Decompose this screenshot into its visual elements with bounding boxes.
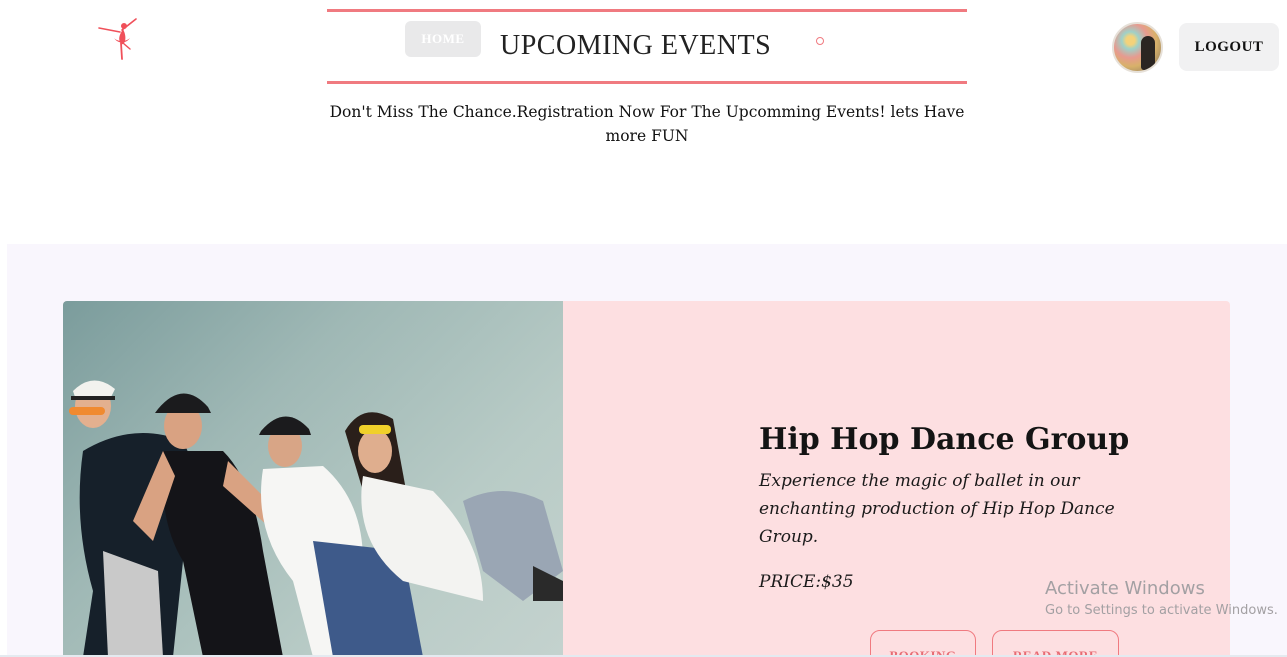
header-top-rule bbox=[327, 9, 967, 12]
event-title: Hip Hop Dance Group bbox=[759, 422, 1130, 457]
event-price: PRICE:$35 bbox=[759, 572, 854, 592]
read-more-button[interactable]: READ MORE bbox=[992, 630, 1119, 657]
booking-button[interactable]: BOOKING bbox=[870, 630, 976, 657]
logout-button[interactable]: LOGOUT bbox=[1179, 23, 1279, 71]
page-title: UPCOMING EVENTS bbox=[500, 30, 772, 61]
ballerina-logo-icon[interactable] bbox=[96, 16, 140, 60]
page-tagline: Don't Miss The Chance.Registration Now F… bbox=[329, 103, 965, 145]
event-description: Experience the magic of ballet in our en… bbox=[759, 471, 1115, 547]
activate-windows-subtitle: Go to Settings to activate Windows. bbox=[1045, 603, 1278, 618]
circle-dot-icon bbox=[816, 37, 824, 45]
event-image bbox=[63, 301, 563, 657]
activate-windows-title: Activate Windows bbox=[1045, 578, 1205, 599]
avatar[interactable] bbox=[1112, 22, 1163, 73]
home-button[interactable]: HOME bbox=[405, 21, 481, 57]
header-bottom-rule bbox=[327, 81, 967, 84]
